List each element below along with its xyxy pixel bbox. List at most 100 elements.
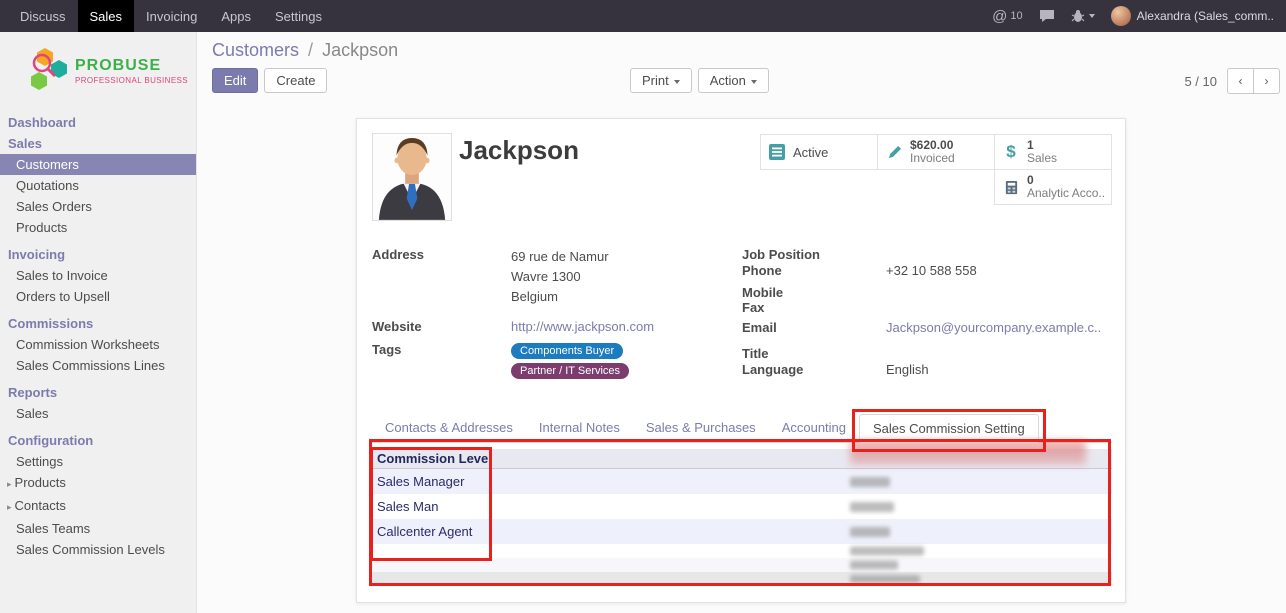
record-title: Jackpson	[459, 135, 579, 166]
user-name: Alexandra (Sales_comm..	[1137, 9, 1274, 23]
sidebar-item-label: Contacts	[15, 498, 66, 513]
sidebar-item-reports-sales[interactable]: Sales	[0, 403, 196, 424]
pager-count: 5 / 10	[1184, 74, 1217, 89]
sidebar-heading-commissions[interactable]: Commissions	[0, 313, 196, 334]
debug-icon[interactable]	[1071, 9, 1095, 23]
breadcrumb-customers[interactable]: Customers	[212, 40, 299, 60]
language-field: Language English	[742, 362, 1110, 378]
pager: 5 / 10 ‹ ›	[1184, 68, 1280, 94]
sidebar-item-sales-commissions-lines[interactable]: Sales Commissions Lines	[0, 355, 196, 376]
sidebar-heading-reports[interactable]: Reports	[0, 382, 196, 403]
sidebar-heading-sales[interactable]: Sales	[0, 133, 196, 154]
messages-icon[interactable]	[1039, 9, 1055, 23]
tags-field: Tags Components Buyer Partner / IT Servi…	[372, 342, 727, 382]
active-label: Active	[793, 145, 828, 160]
redacted-header-blur	[850, 441, 1086, 465]
sidebar-item-products[interactable]: Products	[0, 217, 196, 238]
customer-photo	[372, 133, 452, 221]
sidebar-item-orders-to-upsell[interactable]: Orders to Upsell	[0, 286, 196, 307]
website-field: Website http://www.jackpson.com	[372, 319, 727, 334]
address-line-1: 69 rue de Namur	[511, 247, 609, 267]
sidebar-item-settings[interactable]: Settings	[0, 451, 196, 472]
language-value: English	[886, 362, 929, 378]
sidebar-section-invoicing: Invoicing Sales to Invoice Orders to Ups…	[0, 244, 196, 307]
commission-levels-table: Commission Level Sales Manager Sales Man…	[372, 449, 1112, 585]
sidebar-section-commissions: Commissions Commission Worksheets Sales …	[0, 313, 196, 376]
pager-next-button[interactable]: ›	[1253, 68, 1280, 94]
pencil-icon	[885, 145, 903, 160]
topbar: Discuss Sales Invoicing Apps Settings @ …	[0, 0, 1286, 32]
user-menu[interactable]: Alexandra (Sales_comm..	[1111, 6, 1274, 26]
sidebar-heading-configuration[interactable]: Configuration	[0, 430, 196, 451]
table-row-sales-manager[interactable]: Sales Manager	[372, 469, 1112, 494]
sidebar-item-config-products[interactable]: ▸Products	[0, 472, 196, 495]
tab-contacts-addresses[interactable]: Contacts & Addresses	[372, 414, 526, 442]
invoiced-stat-button[interactable]: $620.00 Invoiced	[877, 134, 995, 170]
pager-previous-button[interactable]: ‹	[1227, 68, 1254, 94]
chevron-right-icon: ▸	[7, 502, 12, 512]
ledger-icon	[1002, 180, 1020, 195]
caret-down-icon	[1089, 14, 1095, 18]
website-label: Website	[372, 319, 511, 334]
website-link[interactable]: http://www.jackpson.com	[511, 319, 654, 334]
sidebar-item-commission-worksheets[interactable]: Commission Worksheets	[0, 334, 196, 355]
breadcrumb-current: Jackpson	[322, 40, 398, 60]
active-stat-button[interactable]: Active	[760, 134, 878, 170]
tag-components-buyer: Components Buyer	[511, 343, 623, 359]
menu-apps[interactable]: Apps	[209, 0, 263, 32]
print-label: Print	[642, 73, 669, 88]
table-row-callcenter-agent[interactable]: Callcenter Agent	[372, 519, 1112, 544]
edit-button[interactable]: Edit	[212, 68, 258, 93]
tag-partner-it-services: Partner / IT Services	[511, 363, 629, 379]
sidebar-section-configuration: Configuration Settings ▸Products ▸Contac…	[0, 430, 196, 560]
create-button[interactable]: Create	[264, 68, 327, 93]
left-field-column: Address 69 rue de Namur Wavre 1300 Belgi…	[372, 247, 727, 388]
email-link[interactable]: Jackpson@yourcompany.example.c..	[886, 320, 1101, 346]
redacted-cell-blur	[850, 561, 898, 570]
sidebar-item-quotations[interactable]: Quotations	[0, 175, 196, 196]
analytic-stat-button[interactable]: 0 Analytic Acco...	[994, 169, 1112, 205]
sidebar-item-sales-commission-levels[interactable]: Sales Commission Levels	[0, 539, 196, 560]
sidebar-item-customers[interactable]: Customers	[0, 154, 196, 175]
print-dropdown[interactable]: Print	[630, 68, 692, 93]
cell-commission-level: Sales Manager	[377, 474, 464, 489]
phone-value: +32 10 588 558	[886, 263, 977, 285]
sidebar-heading-invoicing[interactable]: Invoicing	[0, 244, 196, 265]
table-footer-strip	[372, 572, 1112, 585]
sidebar-item-config-contacts[interactable]: ▸Contacts	[0, 495, 196, 518]
menu-discuss[interactable]: Discuss	[8, 0, 78, 32]
sidebar-item-sales-to-invoice[interactable]: Sales to Invoice	[0, 265, 196, 286]
menu-sales[interactable]: Sales	[78, 0, 135, 32]
sidebar-item-sales-teams[interactable]: Sales Teams	[0, 518, 196, 539]
stat-buttons: Active $620.00 Invoiced $ 1 Sales	[760, 134, 1112, 206]
probuse-logo: PROBUSE PROFESSIONAL BUSINESS	[0, 32, 196, 112]
sidebar-item-dashboard[interactable]: Dashboard	[0, 112, 196, 133]
mobile-label: Mobile	[742, 285, 886, 300]
tab-sales-purchases[interactable]: Sales & Purchases	[633, 414, 769, 442]
mentions-button[interactable]: @ 10	[992, 8, 1022, 25]
table-row-empty	[372, 544, 1112, 558]
table-row-sales-man[interactable]: Sales Man	[372, 494, 1112, 519]
caret-down-icon	[674, 80, 680, 84]
email-field: Email Jackpson@yourcompany.example.c..	[742, 320, 1110, 346]
table-row-empty	[372, 558, 1112, 572]
redacted-cell-blur	[850, 575, 920, 583]
phone-field: Phone +32 10 588 558	[742, 263, 1110, 285]
tab-sales-commission-setting[interactable]: Sales Commission Setting	[859, 414, 1039, 443]
mention-count: 10	[1010, 10, 1022, 22]
job-position-field: Job Position	[742, 247, 1110, 263]
sales-stat-button[interactable]: $ 1 Sales	[994, 134, 1112, 170]
tab-internal-notes[interactable]: Internal Notes	[526, 414, 633, 442]
app-menus: Discuss Sales Invoicing Apps Settings	[0, 0, 334, 32]
topbar-right: @ 10 Alexandra (Sales_comm..	[992, 0, 1286, 32]
chevron-right-icon: ▸	[7, 479, 12, 489]
menu-settings[interactable]: Settings	[263, 0, 334, 32]
sidebar-item-sales-orders[interactable]: Sales Orders	[0, 196, 196, 217]
notebook-tabs: Contacts & Addresses Internal Notes Sale…	[372, 414, 1112, 443]
menu-invoicing[interactable]: Invoicing	[134, 0, 209, 32]
logo-title: PROBUSE	[75, 57, 188, 75]
action-dropdown[interactable]: Action	[698, 68, 769, 93]
redacted-cell-blur	[850, 527, 890, 537]
title-label: Title	[742, 346, 886, 362]
tab-accounting[interactable]: Accounting	[769, 414, 859, 442]
